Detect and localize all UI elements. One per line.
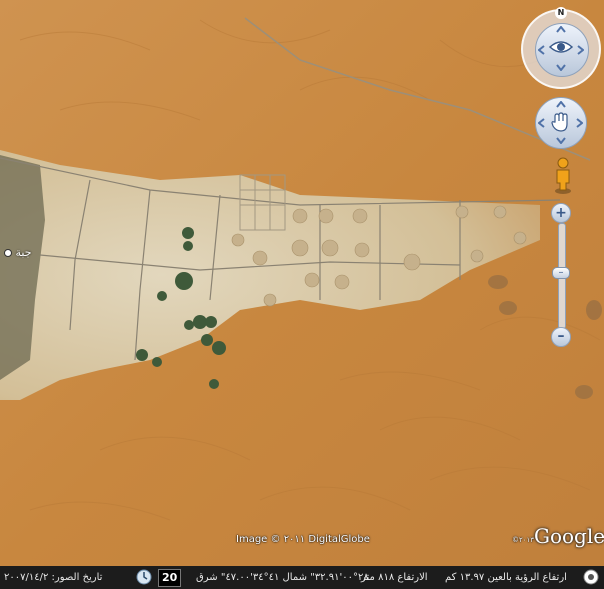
status-bar: تاريخ الصور: ٢٠٠٧/١٤/٢ 20 ٢٨°٠٠'٣٢.٩١" ش… — [0, 566, 604, 589]
image-date: تاريخ الصور: ٢٠٠٧/١٤/٢ — [4, 572, 103, 583]
chevron-up-icon[interactable] — [556, 26, 566, 33]
zoom-in-button[interactable]: + — [551, 203, 571, 223]
move-down-icon[interactable] — [556, 137, 566, 144]
chevron-right-icon[interactable] — [577, 45, 584, 55]
move-left-icon[interactable] — [538, 118, 545, 128]
year-badge[interactable]: 20 — [158, 569, 182, 587]
google-logo: Google — [534, 524, 604, 548]
place-name: جبة — [15, 246, 32, 259]
historical-imagery-icon[interactable] — [136, 569, 152, 585]
move-right-icon[interactable] — [576, 118, 583, 128]
eye-icon — [549, 41, 573, 53]
imagery-attribution: Image © ٢٠١١ DigitalGlobe — [236, 534, 370, 545]
zoom-thumb[interactable]: – — [552, 267, 570, 279]
chevron-down-icon[interactable] — [556, 64, 566, 71]
move-control[interactable] — [535, 97, 587, 149]
pegman-icon[interactable] — [553, 157, 573, 195]
hand-icon — [551, 112, 568, 132]
elevation-readout: الارتفاع ٨١٨ متر — [361, 572, 428, 583]
chevron-left-icon[interactable] — [538, 45, 545, 55]
zoom-out-button[interactable]: – — [551, 327, 571, 347]
satellite-map[interactable] — [0, 0, 604, 566]
place-label[interactable]: جبة — [4, 246, 32, 259]
eye-altitude-readout: ارتفاع الرؤية بالعين ١٣.٩٧ كم — [445, 572, 567, 583]
compass-north-label[interactable]: N — [555, 7, 567, 19]
move-up-icon[interactable] — [556, 101, 566, 108]
look-control[interactable]: N — [521, 7, 601, 89]
zoom-control[interactable]: + – – — [551, 203, 571, 348]
streaming-indicator-icon — [583, 569, 599, 585]
place-icon — [4, 249, 12, 257]
map-viewer[interactable]: جبة N + – – Image © ٢٠١١ DigitalGlobe ©٢… — [0, 0, 604, 589]
coordinates-readout: ٢٨°٠٠'٣٢.٩١" شمال ٤١°٣٤'٤٧.٠٠" شرق — [196, 572, 369, 583]
logo-year: ©٢٠١٣ — [512, 536, 535, 544]
